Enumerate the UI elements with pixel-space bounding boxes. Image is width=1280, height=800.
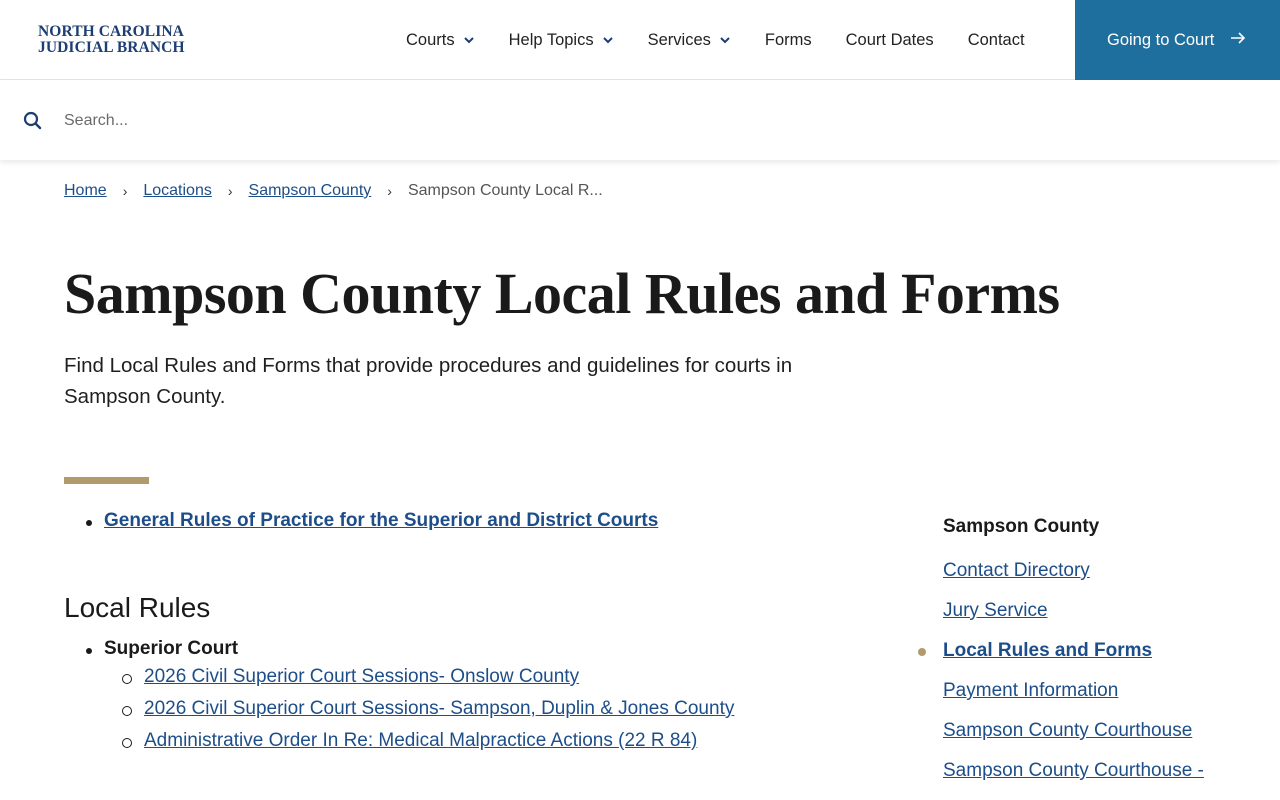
logo-line-1: NORTH CAROLINA (38, 23, 184, 40)
rule-link-sampson-duplin-jones[interactable]: 2026 Civil Superior Court Sessions- Samp… (144, 698, 734, 719)
nav-services-label: Services (647, 30, 711, 49)
nav-court-dates-label: Court Dates (845, 30, 934, 49)
chevron-down-icon (602, 34, 614, 46)
page-title: Sampson County Local Rules and Forms (64, 261, 1060, 326)
sidebar-link[interactable]: Contact Directory (943, 560, 1090, 581)
nav-contact-label: Contact (967, 30, 1025, 49)
main-nav: Courts Help Topics Services Forms Court … (406, 0, 1059, 80)
search-bar (0, 81, 1280, 160)
general-rules-list: General Rules of Practice for the Superi… (86, 510, 864, 532)
arrow-right-icon (1230, 31, 1246, 50)
chevron-down-icon (719, 34, 731, 46)
going-to-court-button[interactable]: Going to Court (1075, 0, 1280, 80)
logo-line-2: JUDICIAL BRANCH (38, 39, 185, 56)
nav-help-topics-label: Help Topics (508, 30, 594, 49)
local-rules-heading: Local Rules (64, 592, 211, 623)
list-item: 2026 Civil Superior Court Sessions- Samp… (122, 698, 864, 720)
nav-courts[interactable]: Courts (406, 31, 475, 50)
nav-courts-label: Courts (406, 30, 455, 49)
sidebar-nav: Sampson County Contact Directory Jury Se… (918, 516, 1243, 798)
sidebar-link[interactable]: Jury Service (943, 600, 1048, 621)
sidebar-item-courthouse: Sampson County Courthouse (943, 718, 1243, 744)
site-header: NORTH CAROLINA JUDICIAL BRANCH Courts He… (0, 0, 1280, 80)
chevron-right-icon: › (122, 183, 128, 199)
breadcrumb-current: Sampson County Local R... (407, 182, 603, 199)
list-item: 2026 Civil Superior Court Sessions- Onsl… (122, 666, 864, 688)
sidebar-title: Sampson County (943, 516, 1100, 537)
site-logo[interactable]: NORTH CAROLINA JUDICIAL BRANCH (38, 24, 185, 56)
search-icon[interactable] (23, 111, 43, 135)
chevron-down-icon (463, 34, 475, 46)
going-to-court-label: Going to Court (1107, 30, 1215, 49)
sidebar-item-contact-directory: Contact Directory (943, 558, 1243, 584)
search-input[interactable] (54, 101, 1234, 141)
list-item: General Rules of Practice for the Superi… (86, 510, 864, 532)
local-rules-list: Superior Court 2026 Civil Superior Court… (86, 638, 864, 752)
breadcrumb-sampson-county[interactable]: Sampson County (249, 182, 372, 200)
sidebar-link[interactable]: Sampson County Courthouse - (943, 760, 1204, 781)
superior-court-links: 2026 Civil Superior Court Sessions- Onsl… (122, 666, 864, 752)
accent-divider (64, 477, 149, 484)
list-item: Administrative Order In Re: Medical Malp… (122, 730, 864, 752)
main-content: General Rules of Practice for the Superi… (64, 510, 864, 762)
nav-forms[interactable]: Forms (765, 31, 812, 50)
nav-forms-label: Forms (764, 30, 812, 49)
superior-court-group: Superior Court 2026 Civil Superior Court… (86, 638, 864, 752)
nav-help-topics[interactable]: Help Topics (509, 31, 614, 50)
page-intro: Find Local Rules and Forms that provide … (64, 354, 793, 408)
sidebar-list: Contact Directory Jury Service Local Rul… (918, 558, 1243, 784)
nav-services[interactable]: Services (648, 31, 731, 50)
sidebar-item-courthouse-annex: Sampson County Courthouse - (943, 758, 1243, 784)
rule-link-onslow[interactable]: 2026 Civil Superior Court Sessions- Onsl… (144, 666, 579, 687)
chevron-right-icon: › (227, 183, 233, 199)
sidebar-item-local-rules: Local Rules and Forms (918, 638, 1243, 664)
breadcrumb-home[interactable]: Home (64, 182, 107, 200)
breadcrumb: Home › Locations › Sampson County › Samp… (64, 182, 603, 200)
nav-court-dates[interactable]: Court Dates (846, 31, 934, 50)
nav-contact[interactable]: Contact (968, 31, 1025, 50)
rule-link-medical-malpractice[interactable]: Administrative Order In Re: Medical Malp… (144, 730, 697, 751)
sidebar-link[interactable]: Payment Information (943, 680, 1118, 701)
chevron-right-icon: › (387, 183, 392, 199)
superior-court-label: Superior Court (104, 638, 239, 659)
sidebar-link[interactable]: Local Rules and Forms (943, 640, 1152, 661)
sidebar-item-jury-service: Jury Service (943, 598, 1243, 624)
sidebar-item-payment-information: Payment Information (943, 678, 1243, 704)
breadcrumb-locations[interactable]: Locations (143, 182, 212, 200)
general-rules-link[interactable]: General Rules of Practice for the Superi… (104, 510, 658, 531)
sidebar-link[interactable]: Sampson County Courthouse (943, 720, 1192, 741)
